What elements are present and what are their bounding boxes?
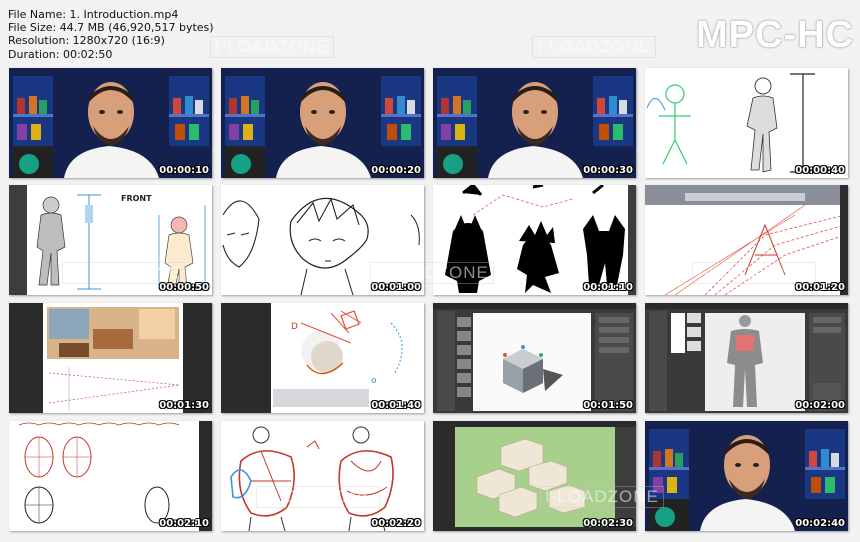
svg-text:D: D [291, 322, 298, 332]
video-thumbnail-presenter[interactable]: 00:00:30 [433, 68, 636, 178]
video-thumbnail-heads[interactable]: 00:02:10 [9, 421, 212, 531]
thumbnail-image [433, 421, 636, 531]
video-thumbnail-muscles[interactable]: 00:02:20 [221, 421, 424, 531]
thumbnail-grid: 00:00:10 00:00:20 00:00:30 00:00:40 FRON… [0, 0, 860, 542]
video-thumbnail-perspective[interactable]: 00:01:20 [645, 185, 848, 295]
video-thumbnail-sphere[interactable]: D o 00:01:40 [221, 303, 424, 413]
thumbnail-timestamp: 00:01:30 [159, 400, 209, 411]
thumbnail-timestamp: 00:00:40 [795, 165, 845, 176]
thumbnail-timestamp: 00:02:30 [583, 518, 633, 529]
video-thumbnail-figure-front[interactable]: FRONT 00:00:50 [9, 185, 212, 295]
thumbnail-timestamp: 00:02:10 [159, 518, 209, 529]
video-thumbnail-presenter[interactable]: 00:02:40 [645, 421, 848, 531]
thumbnail-timestamp: 00:02:40 [795, 518, 845, 529]
video-thumbnail-software-figure[interactable]: 00:02:00 [645, 303, 848, 413]
thumbnail-timestamp: 00:02:20 [371, 518, 421, 529]
thumbnail-timestamp: 00:00:50 [159, 282, 209, 293]
thumbnail-image [433, 68, 636, 178]
video-thumbnail-blocks[interactable]: 00:02:30 [433, 421, 636, 531]
thumbnail-image [221, 421, 424, 531]
thumbnail-image [9, 303, 212, 413]
thumbnail-image [221, 68, 424, 178]
thumbnail-timestamp: 00:01:10 [583, 282, 633, 293]
thumbnail-timestamp: 00:00:10 [159, 165, 209, 176]
video-thumbnail-presenter[interactable]: 00:00:10 [9, 68, 212, 178]
svg-text:o: o [371, 376, 377, 386]
video-thumbnail-room[interactable]: 00:01:30 [9, 303, 212, 413]
thumbnail-image [645, 303, 848, 413]
svg-text:FRONT: FRONT [121, 194, 152, 203]
video-thumbnail-silhouettes[interactable]: 00:01:10 [433, 185, 636, 295]
thumbnail-timestamp: 00:01:20 [795, 282, 845, 293]
thumbnail-timestamp: 00:00:20 [371, 165, 421, 176]
thumbnail-timestamp: 00:02:00 [795, 400, 845, 411]
thumbnail-timestamp: 00:01:50 [583, 400, 633, 411]
thumbnail-image [221, 185, 424, 295]
thumbnail-timestamp: 00:01:40 [371, 400, 421, 411]
thumbnail-timestamp: 00:01:00 [371, 282, 421, 293]
video-thumbnail-presenter[interactable]: 00:00:20 [221, 68, 424, 178]
video-thumbnail-face-sketch[interactable]: 00:01:00 [221, 185, 424, 295]
thumbnail-image [9, 68, 212, 178]
thumbnail-image [433, 185, 636, 295]
thumbnail-image [645, 185, 848, 295]
video-thumbnail-figure-sketch[interactable]: 00:00:40 [645, 68, 848, 178]
thumbnail-image: FRONT [9, 185, 212, 295]
thumbnail-image [645, 68, 848, 178]
video-thumbnail-software-cube[interactable]: 00:01:50 [433, 303, 636, 413]
thumbnail-image [433, 303, 636, 413]
thumbnail-image [645, 421, 848, 531]
thumbnail-image: D o [221, 303, 424, 413]
thumbnail-timestamp: 00:00:30 [583, 165, 633, 176]
thumbnail-image [9, 421, 212, 531]
